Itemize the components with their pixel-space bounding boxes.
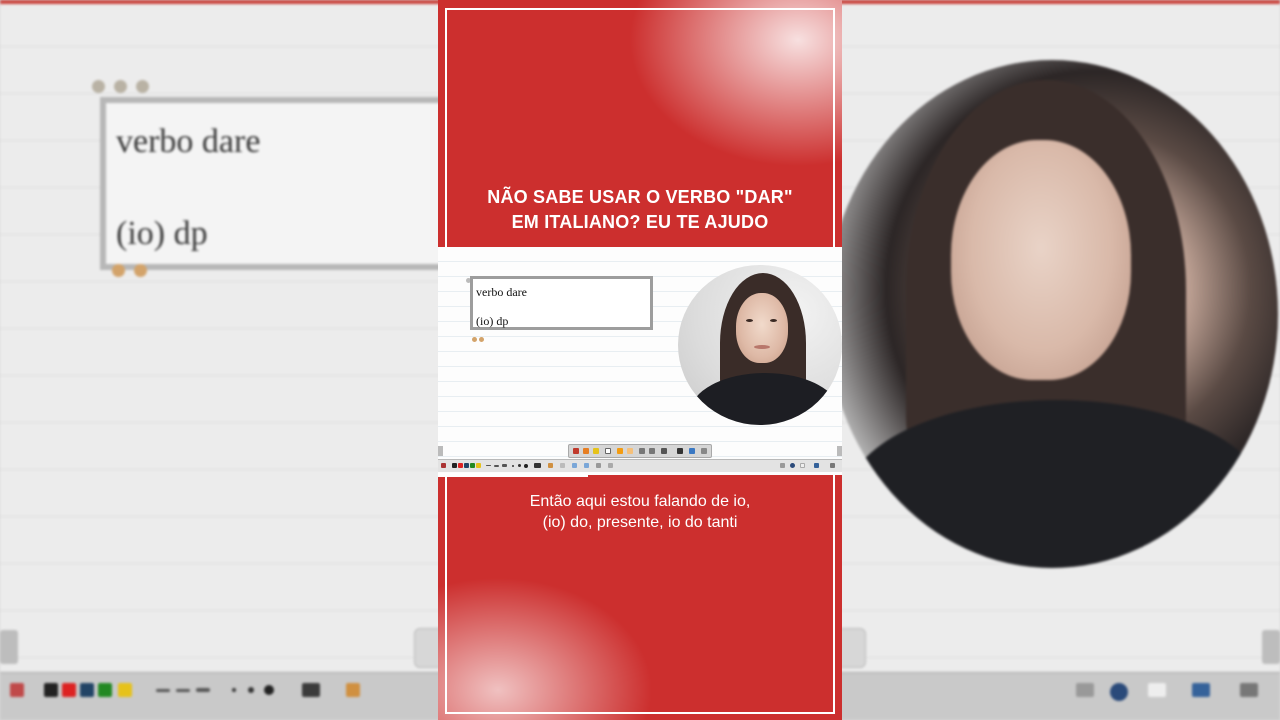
headline-line-2: EM ITALIANO? EU TE AJUDO: [511, 212, 769, 232]
whiteboard-line-1: verbo dare: [476, 285, 527, 299]
screenshot-icon[interactable]: [608, 463, 613, 468]
globe-icon[interactable]: [790, 463, 795, 468]
webcam-shirt: [690, 373, 840, 425]
color-yellow-swatch[interactable]: [476, 463, 481, 468]
background-page-left-arrow: [0, 630, 18, 664]
subtitle-caption: Então aqui estou falando de io, (io) do,…: [438, 491, 842, 533]
background-text-line-2: (io) dp: [116, 215, 208, 252]
pen-tool-icon[interactable]: [573, 448, 579, 454]
color-black-swatch[interactable]: [452, 463, 457, 468]
whiteboard-line-2: (io) dp: [476, 314, 509, 328]
marker-tool-icon[interactable]: [583, 448, 589, 454]
background-webcam-circle: [826, 60, 1278, 568]
background-text-box: verbo dare (io) dp: [100, 97, 460, 270]
background-text-line-1: verbo dare: [116, 123, 261, 160]
line-tool-icon[interactable]: [661, 448, 667, 454]
shape-tool-icon[interactable]: [617, 448, 623, 454]
webcam-eyes: [746, 319, 778, 323]
background-icon[interactable]: [534, 463, 541, 468]
browser-icon[interactable]: [780, 463, 785, 468]
highlighter-tool-icon[interactable]: [593, 448, 599, 454]
dot-large-icon[interactable]: [524, 464, 528, 468]
webcam-face: [736, 293, 788, 363]
eraser-tool-icon[interactable]: [627, 448, 633, 454]
floating-tool-palette[interactable]: [568, 444, 712, 458]
select-tool-icon[interactable]: [605, 448, 611, 454]
whiteboard-screen: verbo dare (io) dp: [438, 247, 842, 477]
text-tool-icon[interactable]: [677, 448, 683, 454]
color-blue-swatch[interactable]: [464, 463, 469, 468]
zoom-out-icon[interactable]: [649, 448, 655, 454]
copy-icon[interactable]: [584, 463, 589, 468]
line-medium-icon[interactable]: [494, 465, 499, 467]
undo-icon[interactable]: [560, 463, 565, 468]
page-icon[interactable]: [572, 463, 577, 468]
more-tools-icon[interactable]: [701, 448, 707, 454]
folder-icon[interactable]: [800, 463, 805, 468]
zoom-in-icon[interactable]: [639, 448, 645, 454]
text-box-bottom-handles[interactable]: [472, 329, 486, 347]
dot-small-icon[interactable]: [512, 465, 514, 467]
background-face: [951, 140, 1131, 380]
background-page-right-arrow: [1262, 630, 1280, 664]
pen-icon[interactable]: [441, 463, 446, 468]
color-green-swatch[interactable]: [470, 463, 475, 468]
subtitle-line-2: (io) do, presente, io do tanti: [542, 514, 738, 531]
image-tool-icon[interactable]: [689, 448, 695, 454]
line-thick-icon[interactable]: [502, 464, 507, 467]
line-thin-icon[interactable]: [486, 465, 491, 466]
whiteboard-text-box[interactable]: verbo dare (io) dp: [470, 276, 653, 330]
color-red-swatch[interactable]: [458, 463, 463, 468]
bottom-toolbar: [438, 459, 842, 472]
video-card: NÃO SABE USAR O VERBO "DAR" EM ITALIANO?…: [438, 0, 842, 720]
monitor-icon[interactable]: [814, 463, 819, 468]
export-icon[interactable]: [596, 463, 601, 468]
background-box-handles-bottom: [112, 264, 156, 282]
settings-icon[interactable]: [830, 463, 835, 468]
webcam-circle: [678, 265, 842, 425]
subtitle-line-1: Então aqui estou falando de io,: [529, 493, 751, 510]
hand-tool-icon[interactable]: [548, 463, 553, 468]
headline: NÃO SABE USAR O VERBO "DAR" EM ITALIANO?…: [438, 185, 842, 235]
page-right-arrow-icon[interactable]: [837, 446, 842, 456]
headline-line-1: NÃO SABE USAR O VERBO "DAR": [487, 187, 793, 207]
background-box-handles: [92, 80, 158, 98]
page-left-arrow-icon[interactable]: [438, 446, 443, 456]
video-progress-bar[interactable]: [438, 473, 588, 477]
webcam-mouth: [754, 345, 770, 349]
dot-medium-icon[interactable]: [518, 464, 521, 467]
